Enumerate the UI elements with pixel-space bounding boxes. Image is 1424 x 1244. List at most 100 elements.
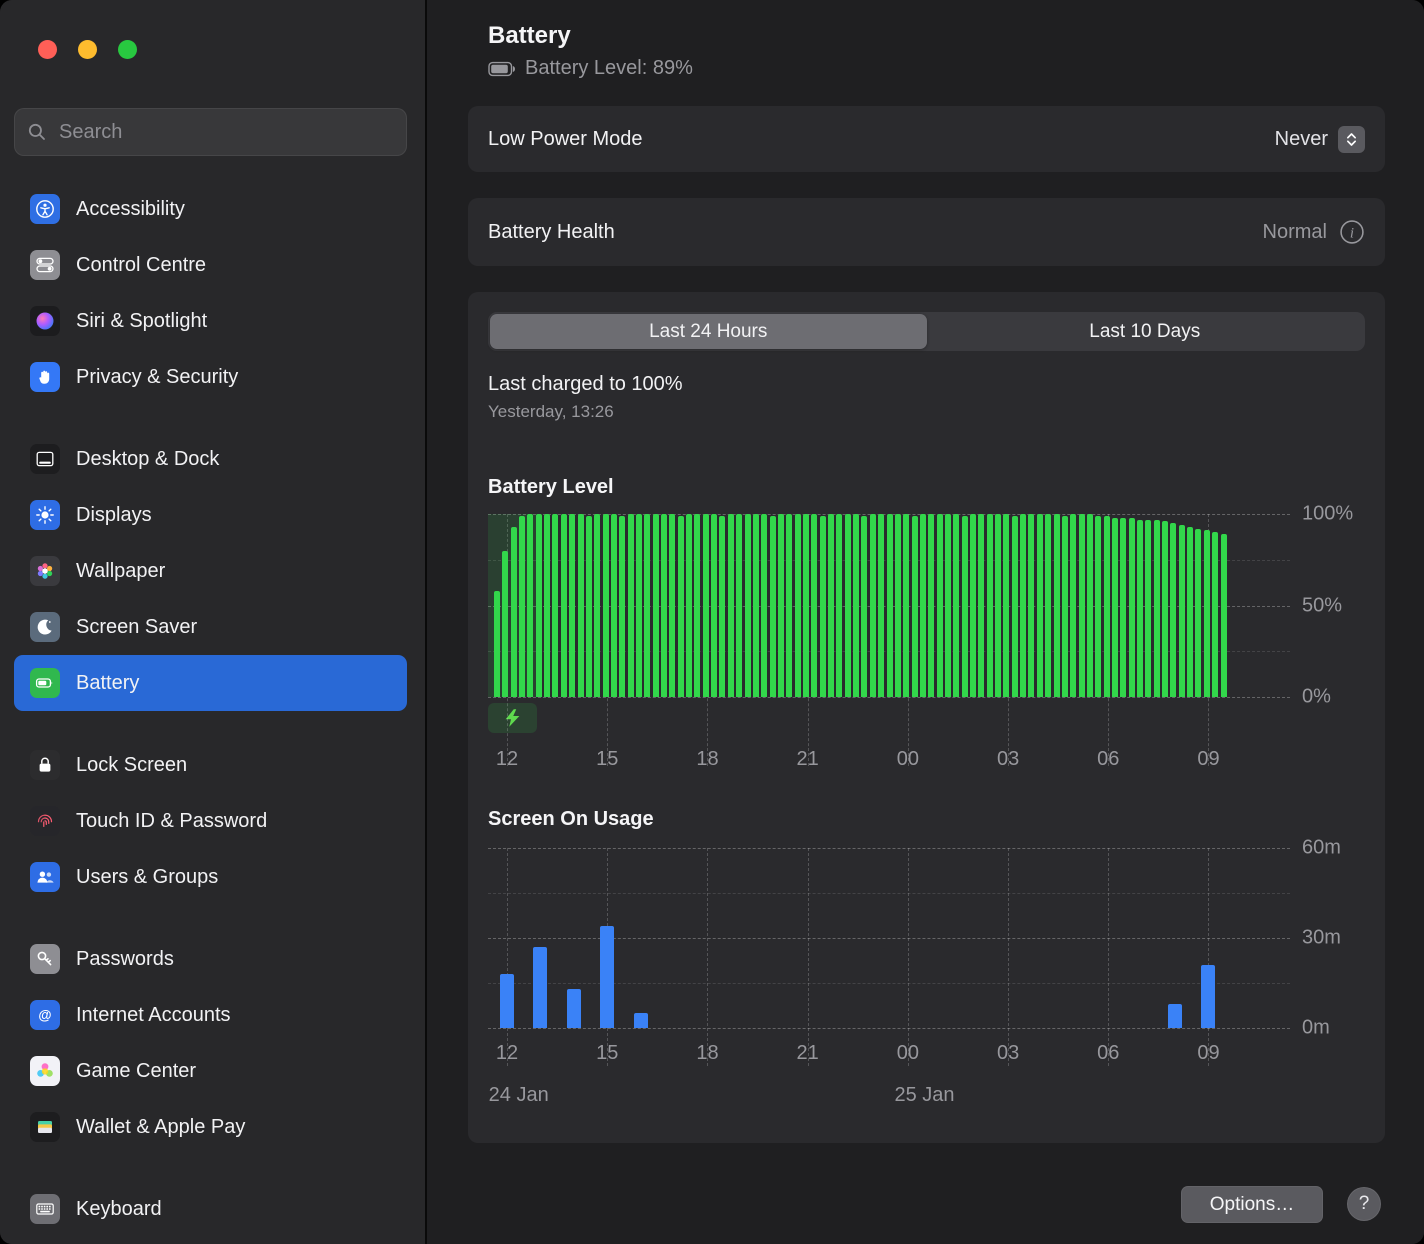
screen-on-usage-x-axis: 12 15 18 21 00 03 06 09 [488,1042,1290,1066]
battery-icon [30,668,60,698]
chart-bar [794,514,801,697]
traffic-lights [38,40,137,59]
chart-bar [736,514,743,697]
system-settings-window: Accessibility Control Centre Siri & Spotli… [0,0,1424,1244]
chart-bar [566,989,581,1028]
low-power-mode-card: Low Power Mode Never [468,106,1385,172]
horizontal-gridline [488,893,1290,894]
sidebar-item-label: Siri & Spotlight [76,309,208,332]
vertical-gridline [1008,848,1010,1066]
search-icon [27,122,47,142]
chart-bar [1128,517,1135,697]
screen-on-usage-chart-title: Screen On Usage [488,808,654,830]
sidebar-item-siri-spotlight[interactable]: Siri & Spotlight [14,293,407,349]
screen-saver-moon-icon [30,612,60,642]
battery-health-value: Normal [1262,220,1327,243]
chart-bar [1170,523,1177,697]
sidebar-item-screen-saver[interactable]: Screen Saver [14,599,407,655]
chart-bar [986,514,993,697]
sidebar-item-displays[interactable]: Displays [14,487,407,543]
control-centre-icon [30,250,60,280]
chart-bar [752,514,759,697]
chart-bar [644,514,651,697]
lock-icon [30,750,60,780]
chart-bar [1003,514,1010,697]
chart-bar [761,514,768,697]
chart-bar [786,514,793,697]
traffic-light-zoom[interactable] [118,40,137,59]
chart-bar [633,1013,648,1028]
vertical-gridline [907,848,909,1066]
tab-last-24-hours[interactable]: Last 24 Hours [490,314,927,349]
chart-bar [844,514,851,697]
traffic-light-close[interactable] [38,40,57,59]
sidebar-item-internet-accounts[interactable]: @ Internet Accounts [14,987,407,1043]
chart-bar [903,514,910,697]
chart-bar [1145,519,1152,697]
sidebar-item-accessibility[interactable]: Accessibility [14,181,407,237]
chart-bar [1095,515,1102,697]
chart-bar [610,514,617,697]
chart-bar [1045,514,1052,697]
chart-bar [510,526,517,697]
sidebar-item-label: Screen Saver [76,615,198,638]
chart-bar [1011,515,1018,697]
chart-bar [677,515,684,697]
chart-bar [828,514,835,697]
chart-bar [777,514,784,697]
sidebar-item-privacy-security[interactable]: Privacy & Security [14,349,407,405]
screen-on-usage-date-labels: 24 Jan 25 Jan [488,1084,1290,1110]
last-charged-time: Yesterday, 13:26 [488,402,614,421]
sidebar-item-control-centre[interactable]: Control Centre [14,237,407,293]
chart-bar [585,515,592,697]
chart-bar [727,514,734,697]
options-button[interactable]: Options… [1181,1186,1323,1223]
sidebar-item-wallet[interactable]: Wallet & Apple Pay [14,1099,407,1155]
chart-bar [1162,521,1169,697]
help-button[interactable]: ? [1347,1187,1381,1221]
y-axis-label: 60m [1302,836,1341,859]
sidebar-item-touch-id[interactable]: Touch ID & Password [14,793,407,849]
sidebar-item-label: Displays [76,503,152,526]
horizontal-gridline [488,697,1290,698]
key-icon [30,944,60,974]
sidebar-item-wallpaper[interactable]: Wallpaper [14,543,407,599]
desktop-dock-icon [30,444,60,474]
keyboard-icon [30,1194,60,1224]
chart-bar [1187,526,1194,697]
chart-bar [919,514,926,697]
last-charged-title: Last charged to 100% [488,373,683,395]
charging-bolt-icon [488,703,537,733]
traffic-light-minimize[interactable] [78,40,97,59]
chart-bar [1028,514,1035,697]
chart-bar [1103,515,1110,697]
date-label: 24 Jan [488,1084,549,1106]
chart-bar [702,514,709,697]
search-input[interactable] [57,119,394,145]
chart-bar [669,514,676,697]
sidebar-item-lock-screen[interactable]: Lock Screen [14,737,407,793]
sidebar-item-label: Wallpaper [76,559,166,582]
chart-bar [811,514,818,697]
sidebar-item-desktop-dock[interactable]: Desktop & Dock [14,431,407,487]
chart-bar [970,514,976,697]
low-power-mode-value: Never [1274,127,1328,150]
tab-last-10-days[interactable]: Last 10 Days [927,314,1364,349]
low-power-mode-select[interactable]: Never [1274,125,1365,153]
search-field[interactable] [14,108,407,156]
accessibility-icon [30,194,60,224]
chart-bar [569,514,576,697]
chart-bar [600,926,615,1028]
sidebar-item-label: Battery [76,671,140,694]
sidebar-item-battery[interactable]: Battery [14,655,407,711]
chart-bar [527,514,534,697]
sidebar-item-users-groups[interactable]: Users & Groups [14,849,407,905]
tab-label: Last 24 Hours [649,320,768,342]
sidebar-item-game-center[interactable]: Game Center [14,1043,407,1099]
info-icon[interactable]: i [1339,219,1365,245]
chart-bar [1203,530,1210,697]
sidebar-item-label: Touch ID & Password [76,809,268,832]
sidebar-item-keyboard[interactable]: Keyboard [14,1181,407,1237]
chart-bar [1137,519,1144,697]
sidebar-item-passwords[interactable]: Passwords [14,931,407,987]
